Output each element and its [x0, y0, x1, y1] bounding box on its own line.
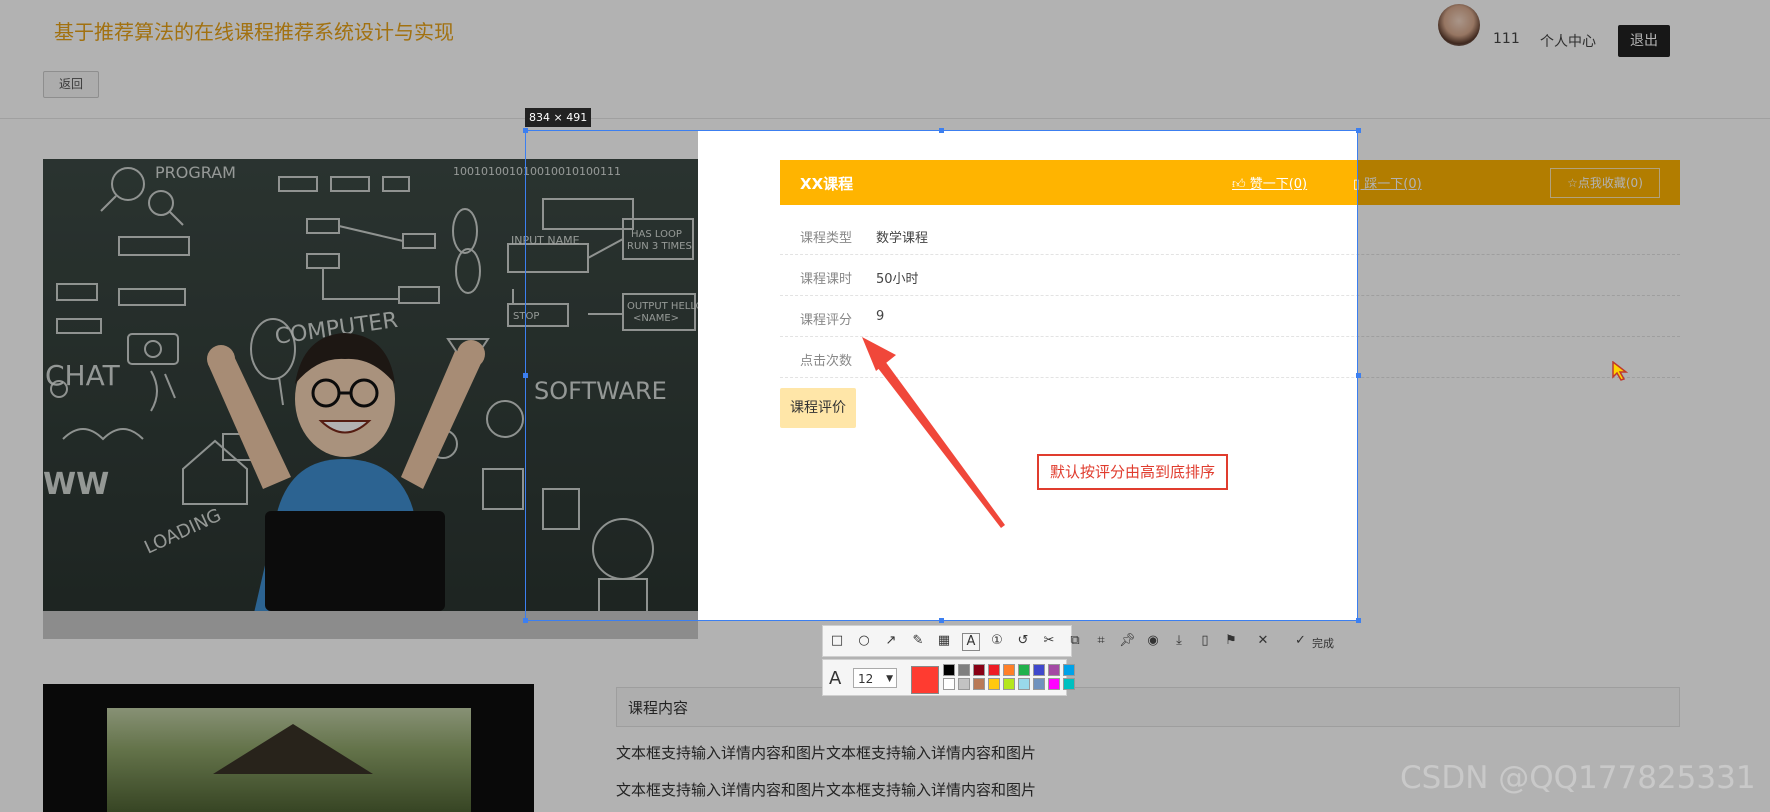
color-swatch[interactable]: [1033, 678, 1045, 690]
color-swatch[interactable]: [988, 664, 1000, 676]
download-icon[interactable]: ⤓: [1171, 633, 1187, 649]
color-swatch[interactable]: [988, 678, 1000, 690]
color-swatch[interactable]: [1048, 678, 1060, 690]
chevron-down-icon: ▼: [886, 674, 893, 684]
screenshot-dim-left: [0, 130, 525, 621]
check-icon: ✓: [1295, 633, 1306, 648]
color-swatch[interactable]: [943, 678, 955, 690]
arrow-icon[interactable]: ↗: [883, 633, 899, 649]
resize-handle[interactable]: [939, 128, 944, 133]
save-icon[interactable]: ▯: [1197, 633, 1213, 649]
resize-handle[interactable]: [1356, 128, 1361, 133]
mosaic-icon[interactable]: ▦: [936, 633, 952, 649]
screenshot-dim-top: [0, 0, 1770, 130]
resize-handle[interactable]: [939, 618, 944, 623]
resize-handle[interactable]: [1356, 618, 1361, 623]
number-icon[interactable]: ①: [989, 633, 1005, 649]
color-swatch[interactable]: [1063, 664, 1075, 676]
font-size-value: 12: [858, 672, 874, 686]
color-swatch[interactable]: [1063, 678, 1075, 690]
color-swatch[interactable]: [1018, 678, 1030, 690]
text-icon[interactable]: A: [962, 633, 980, 651]
resize-handle[interactable]: [523, 618, 528, 623]
screenshot-dim-right: [1358, 130, 1770, 621]
ocr-icon[interactable]: ⌗: [1093, 633, 1109, 649]
font-size-select[interactable]: 12 ▼: [853, 668, 897, 688]
selection-size-label: 834 × 491: [525, 108, 592, 127]
resize-handle[interactable]: [523, 373, 528, 378]
pin-icon[interactable]: 📌︎: [1119, 633, 1136, 649]
annotation-arrow[interactable]: [860, 325, 1010, 530]
cut-icon[interactable]: ✂: [1041, 633, 1057, 649]
color-swatch[interactable]: [1033, 664, 1045, 676]
screenshot-toolbar: □ ○ ↗ ✎ ▦ A ① ↺ ✂ ⧉ ⌗ 📌︎ ◉ ⤓ ▯ ⚑ ✕: [822, 625, 1268, 657]
annotation-text-box[interactable]: 默认按评分由高到底排序: [1037, 454, 1228, 490]
color-swatch[interactable]: [958, 678, 970, 690]
mouse-cursor-icon: [1612, 361, 1629, 381]
color-swatch[interactable]: [1003, 664, 1015, 676]
rectangle-icon[interactable]: □: [829, 633, 845, 649]
color-swatch[interactable]: [1003, 678, 1015, 690]
resize-handle[interactable]: [523, 128, 528, 133]
done-button[interactable]: 完成: [1312, 635, 1334, 651]
undo-icon[interactable]: ↺: [1015, 633, 1031, 649]
color-swatch[interactable]: [958, 664, 970, 676]
resize-handle[interactable]: [1356, 373, 1361, 378]
color-swatch[interactable]: [1018, 664, 1030, 676]
record-icon[interactable]: ◉: [1145, 633, 1161, 649]
color-swatch[interactable]: [973, 678, 985, 690]
watermark: CSDN @QQ177825331: [1400, 760, 1756, 796]
ellipse-icon[interactable]: ○: [856, 633, 872, 649]
bookmark-icon[interactable]: ⚑: [1223, 633, 1239, 649]
color-swatch[interactable]: [1048, 664, 1060, 676]
pen-icon[interactable]: ✎: [910, 633, 926, 649]
close-icon[interactable]: ✕: [1255, 633, 1271, 649]
font-icon: A: [829, 668, 842, 689]
copy-icon[interactable]: ⧉: [1067, 633, 1083, 649]
color-swatch[interactable]: [973, 664, 985, 676]
current-color-swatch[interactable]: [911, 666, 939, 694]
color-swatch[interactable]: [943, 664, 955, 676]
